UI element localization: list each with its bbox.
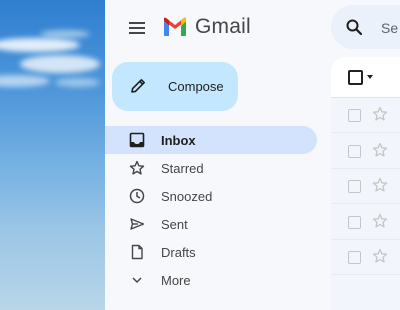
search-icon[interactable] [345, 18, 363, 36]
sidebar-item-label: Drafts [161, 245, 196, 260]
star-icon[interactable] [372, 177, 388, 193]
table-row[interactable] [331, 133, 400, 169]
sidebar-item-label: More [161, 273, 191, 288]
desktop-wallpaper [0, 0, 105, 310]
sidebar-item-label: Starred [161, 161, 204, 176]
inbox-icon [129, 132, 145, 148]
pencil-icon [131, 79, 145, 93]
sidebar-item-snoozed[interactable]: Snoozed [105, 182, 317, 210]
message-list [331, 57, 400, 310]
star-icon[interactable] [372, 106, 388, 122]
gmail-m-icon [164, 17, 186, 36]
gmail-window: Gmail Compose Inbox Starred Snoozed Sent… [105, 0, 400, 310]
search-input[interactable]: Se [381, 20, 398, 36]
row-checkbox[interactable] [348, 251, 361, 264]
sidebar-item-label: Inbox [161, 133, 196, 148]
row-checkbox[interactable] [348, 144, 361, 158]
star-icon[interactable] [372, 248, 388, 264]
table-row[interactable] [331, 240, 400, 275]
hamburger-icon [129, 22, 145, 24]
row-checkbox[interactable] [348, 215, 361, 229]
sidebar-item-inbox[interactable]: Inbox [105, 126, 317, 154]
table-row[interactable] [331, 169, 400, 204]
sidebar-item-label: Snoozed [161, 189, 213, 204]
compose-label: Compose [168, 79, 224, 94]
sidebar-item-starred[interactable]: Starred [105, 154, 317, 182]
sidebar-item-sent[interactable]: Sent [105, 210, 317, 238]
select-all-checkbox[interactable] [348, 70, 363, 85]
search-bar[interactable]: Se [331, 5, 400, 49]
main-menu-button[interactable] [123, 14, 151, 42]
table-row[interactable] [331, 98, 400, 133]
row-checkbox[interactable] [348, 180, 361, 193]
star-icon [129, 160, 145, 175]
sidebar-item-more[interactable]: More [105, 266, 317, 294]
chevron-down-icon [132, 277, 142, 284]
sidebar-item-label: Sent [161, 217, 188, 232]
sidebar-item-drafts[interactable]: Drafts [105, 238, 317, 266]
star-icon[interactable] [372, 213, 388, 229]
send-icon [130, 218, 145, 230]
table-row[interactable] [331, 204, 400, 240]
app-name: Gmail [195, 15, 251, 38]
compose-button[interactable]: Compose [112, 62, 238, 111]
row-checkbox[interactable] [348, 109, 361, 122]
gmail-logo[interactable]: Gmail [162, 15, 251, 39]
star-icon[interactable] [372, 142, 388, 158]
select-menu-caret-icon[interactable] [367, 75, 373, 79]
clock-icon [129, 188, 145, 204]
draft-icon [131, 244, 143, 260]
list-toolbar [331, 57, 400, 98]
